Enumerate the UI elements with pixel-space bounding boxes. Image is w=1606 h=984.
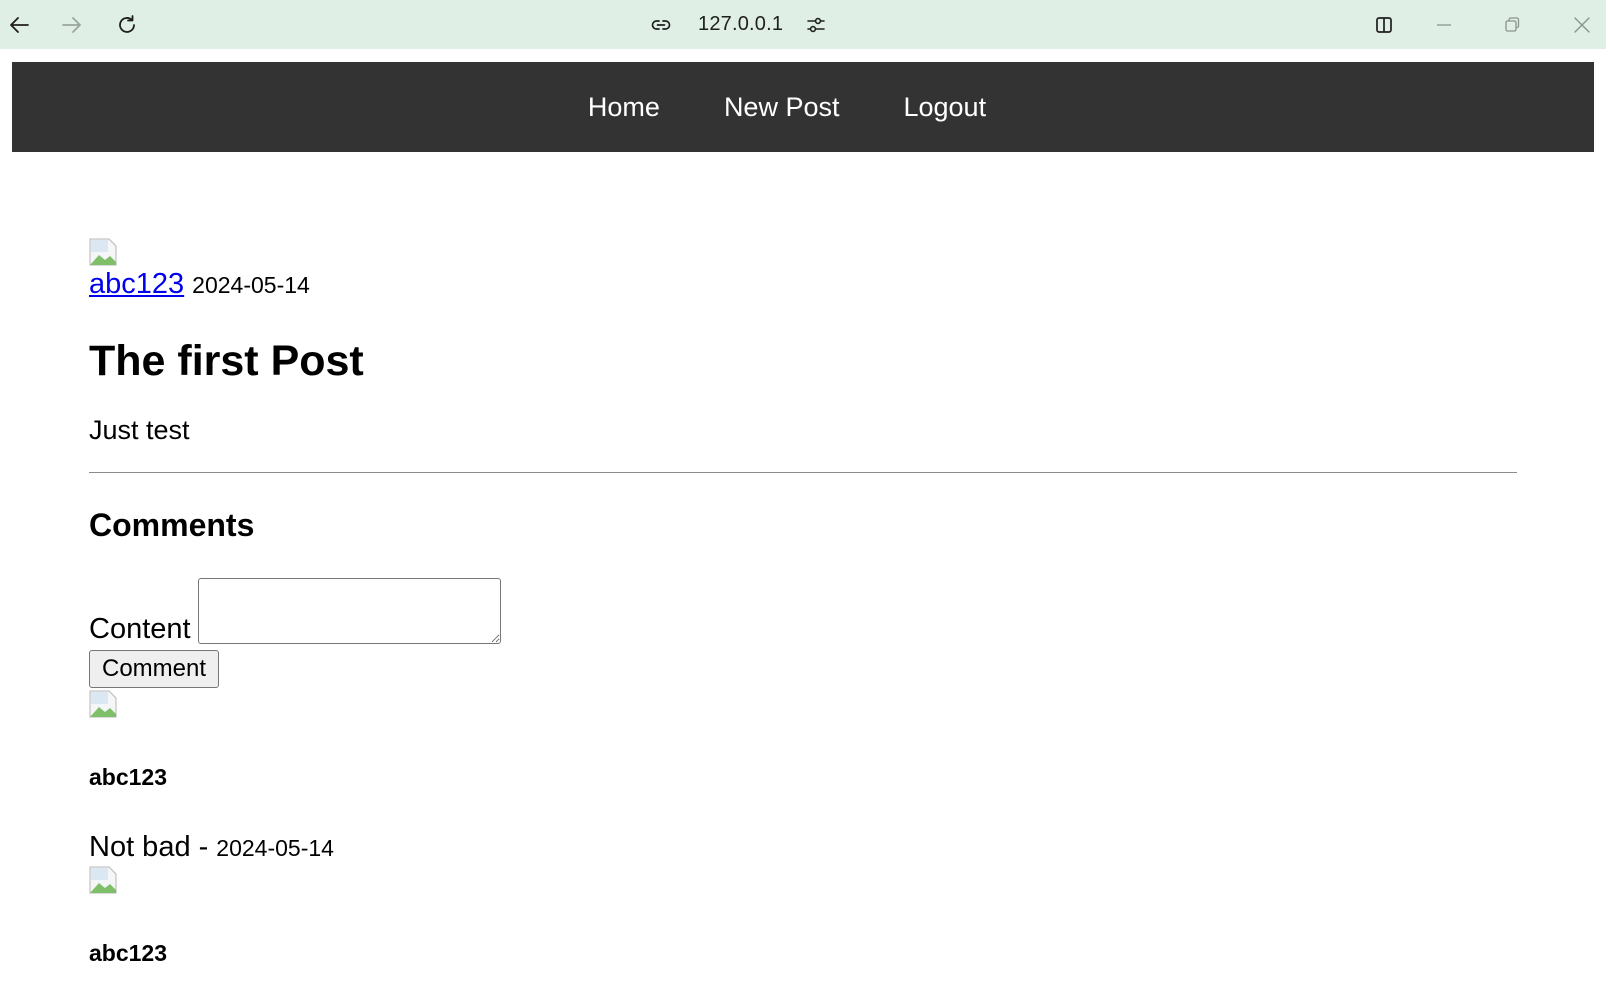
post-detail: abc123 2024-05-14 The first Post Just te… bbox=[89, 238, 1517, 967]
post-author-link[interactable]: abc123 bbox=[89, 268, 184, 301]
reload-button[interactable] bbox=[103, 0, 151, 49]
comment-item: abc123 bbox=[89, 866, 1517, 967]
broken-image-icon bbox=[89, 866, 117, 894]
broken-image-icon bbox=[89, 238, 117, 266]
broken-image-icon bbox=[89, 690, 117, 718]
divider bbox=[89, 472, 1517, 474]
nav-new-post-link[interactable]: New Post bbox=[724, 92, 840, 123]
split-view-button[interactable] bbox=[1360, 0, 1408, 49]
nav-home-link[interactable]: Home bbox=[588, 92, 660, 123]
arrow-left-icon bbox=[10, 16, 29, 33]
post-date: 2024-05-14 bbox=[192, 272, 310, 298]
address-bar[interactable]: 127.0.0.1 bbox=[650, 0, 827, 49]
close-window-button[interactable] bbox=[1558, 0, 1606, 49]
address-text[interactable]: 127.0.0.1 bbox=[698, 13, 783, 36]
comment-author: abc123 bbox=[89, 764, 168, 791]
restore-button[interactable] bbox=[1488, 0, 1536, 49]
back-button[interactable] bbox=[0, 0, 43, 49]
post-body: Just test bbox=[89, 415, 190, 446]
forward-button[interactable] bbox=[48, 0, 96, 49]
comment-line: Not bad - 2024-05-14 bbox=[89, 831, 1517, 864]
post-title: The first Post bbox=[89, 337, 364, 385]
close-icon bbox=[1574, 16, 1590, 33]
content-label: Content bbox=[89, 613, 191, 646]
comment-submit-button[interactable]: Comment bbox=[89, 650, 220, 689]
arrow-right-icon bbox=[62, 16, 81, 33]
comment-form: Content Comment bbox=[89, 578, 1517, 689]
content-row: Content bbox=[89, 578, 1517, 646]
comments-heading: Comments bbox=[89, 507, 255, 544]
comment-content-textarea[interactable] bbox=[197, 578, 501, 645]
tune-icon[interactable] bbox=[805, 14, 827, 36]
minimize-button[interactable] bbox=[1420, 0, 1468, 49]
restore-icon bbox=[1505, 16, 1520, 32]
split-view-icon bbox=[1376, 16, 1392, 33]
link-icon[interactable] bbox=[650, 14, 672, 36]
minimize-icon bbox=[1437, 23, 1451, 26]
comment-text: Not bad - bbox=[89, 831, 209, 864]
site-navbar: Home New Post Logout bbox=[12, 62, 1594, 152]
comment-item: abc123 Not bad - 2024-05-14 bbox=[89, 690, 1517, 864]
reload-icon bbox=[119, 14, 135, 33]
comment-author: abc123 bbox=[89, 940, 168, 967]
browser-toolbar: 127.0.0.1 bbox=[0, 0, 1606, 49]
post-meta: abc123 2024-05-14 bbox=[89, 268, 1517, 304]
nav-logout-link[interactable]: Logout bbox=[903, 92, 986, 123]
comment-date: 2024-05-14 bbox=[216, 835, 334, 862]
